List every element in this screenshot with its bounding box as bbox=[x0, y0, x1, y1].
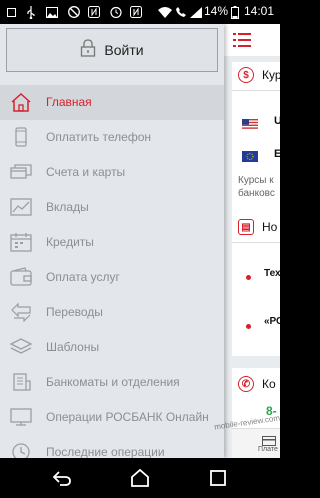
status-bar: 14% 14:01 bbox=[0, 0, 280, 24]
menu-item-label: Переводы bbox=[46, 305, 103, 319]
menu-item-recent-operations[interactable]: Последние операции bbox=[0, 435, 224, 458]
wallet-icon bbox=[10, 267, 32, 287]
menu-item-label: Оплатить телефон bbox=[46, 130, 152, 144]
menu-item-label: Кредиты bbox=[46, 235, 94, 249]
transfer-icon bbox=[10, 302, 32, 323]
usd-code: U bbox=[274, 115, 280, 127]
news-item-2[interactable]: «РС bbox=[264, 316, 280, 327]
menu-item-label: Операции РОСБАНК Онлайн bbox=[46, 410, 209, 424]
menu-icon[interactable] bbox=[233, 32, 251, 48]
tab-payments[interactable]: Плате bbox=[258, 446, 278, 453]
menu-item-transfers[interactable]: Переводы bbox=[0, 295, 224, 330]
battery-percent: 14% bbox=[204, 4, 229, 18]
menu-item-label: Оплата услуг bbox=[46, 270, 120, 284]
us-flag-icon bbox=[242, 116, 258, 129]
image-icon bbox=[46, 5, 58, 19]
do-not-disturb-icon bbox=[68, 5, 80, 19]
desktop-icon bbox=[10, 407, 32, 427]
system-nav-bar bbox=[0, 458, 280, 498]
menu-item-credits[interactable]: Кредиты bbox=[0, 225, 224, 260]
rates-card[interactable]: $ Кур U E Курсы к банковс bbox=[232, 62, 280, 222]
back-button[interactable] bbox=[52, 468, 72, 488]
menu-item-label: Главная bbox=[46, 95, 92, 109]
cards-icon bbox=[10, 162, 32, 182]
news-card[interactable]: ▤ Но Тех «РС bbox=[232, 212, 280, 356]
news-title: Но bbox=[262, 220, 278, 234]
battery-icon bbox=[231, 5, 239, 19]
menu-item-label: Последние операции bbox=[46, 445, 165, 458]
clock: 14:01 bbox=[244, 4, 275, 18]
news-item-1[interactable]: Тех bbox=[264, 268, 280, 279]
home-button[interactable] bbox=[130, 468, 150, 488]
bottom-tab-bar: Плате bbox=[232, 428, 280, 458]
rates-title: Кур bbox=[262, 68, 280, 82]
menu-item-label: Банкоматы и отделения bbox=[46, 375, 180, 389]
menu-item-accounts-cards[interactable]: Счета и карты bbox=[0, 155, 224, 190]
bank-icon bbox=[10, 372, 32, 392]
layers-icon bbox=[9, 337, 33, 357]
phone-icon bbox=[10, 127, 32, 147]
contacts-title: Ко bbox=[262, 377, 276, 391]
menu-item-online-operations[interactable]: Операции РОСБАНК Онлайн bbox=[0, 400, 224, 435]
menu-item-label: Счета и карты bbox=[46, 165, 126, 179]
news-bullet bbox=[246, 275, 251, 280]
signal-icon bbox=[190, 5, 202, 19]
lock-icon bbox=[80, 38, 96, 62]
clock-icon bbox=[10, 442, 32, 458]
payments-icon bbox=[262, 433, 276, 446]
menu-item-label: Вклады bbox=[46, 200, 89, 214]
login-label: Войти bbox=[104, 42, 144, 58]
nfc-icon bbox=[88, 5, 100, 19]
news-icon: ▤ bbox=[238, 219, 254, 235]
chart-icon bbox=[10, 197, 32, 217]
rates-note-line-1: Курсы к bbox=[238, 175, 274, 186]
news-bullet bbox=[246, 324, 251, 329]
phone-icon bbox=[176, 5, 186, 19]
menu-item-home[interactable]: Главная bbox=[0, 85, 224, 120]
square-icon bbox=[6, 5, 16, 19]
rates-note-line-2: банковс bbox=[238, 188, 275, 199]
recent-apps-button[interactable] bbox=[208, 468, 228, 488]
navigation-drawer: Войти Главная Оплатить телефон Счета и к… bbox=[0, 24, 224, 458]
phone-icon: ✆ bbox=[238, 376, 254, 392]
dollar-icon: $ bbox=[238, 67, 254, 83]
alarm-icon bbox=[110, 5, 122, 19]
menu-item-pay-services[interactable]: Оплата услуг bbox=[0, 260, 224, 295]
eur-code: E bbox=[274, 148, 280, 160]
wifi-icon bbox=[158, 5, 172, 19]
menu-item-pay-phone[interactable]: Оплатить телефон bbox=[0, 120, 224, 155]
login-button[interactable]: Войти bbox=[6, 28, 218, 72]
menu-item-deposits[interactable]: Вклады bbox=[0, 190, 224, 225]
calendar-icon bbox=[10, 232, 32, 252]
eu-flag-icon bbox=[242, 149, 258, 162]
home-icon bbox=[10, 92, 32, 112]
nfc-icon bbox=[130, 5, 142, 19]
menu-item-templates[interactable]: Шаблоны bbox=[0, 330, 224, 365]
usb-icon bbox=[26, 5, 36, 19]
menu-item-atms-branches[interactable]: Банкоматы и отделения bbox=[0, 365, 224, 400]
menu-item-label: Шаблоны bbox=[46, 340, 100, 354]
